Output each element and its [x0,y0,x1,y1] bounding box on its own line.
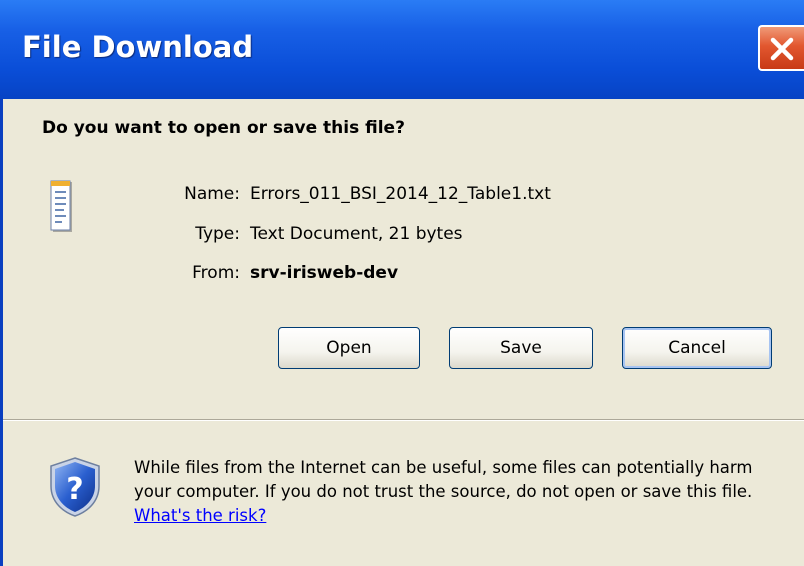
close-button[interactable] [758,25,804,71]
file-name-label: Name: [184,184,240,204]
security-warning-text: While files from the Internet can be use… [134,458,753,501]
window-frame-left [0,99,3,566]
security-warning: While files from the Internet can be use… [134,456,789,528]
shield-question-icon: ? [47,456,103,522]
file-name-value: Errors_011_BSI_2014_12_Table1.txt [250,184,551,204]
whats-the-risk-link[interactable]: What's the risk? [134,506,266,525]
file-source-value: srv-irisweb-dev [250,263,399,283]
file-source-label: From: [192,263,240,283]
section-divider-highlight [3,420,804,421]
title-bar[interactable]: File Download [0,0,804,99]
file-download-dialog: File Download Do you want to open or sav… [0,0,804,566]
svg-text:?: ? [66,472,83,507]
file-type-label: Type: [195,224,240,244]
open-button[interactable]: Open [278,327,420,369]
cancel-button[interactable]: Cancel [622,327,772,369]
dialog-question: Do you want to open or save this file? [42,118,405,138]
close-x-icon [770,37,794,61]
file-type-value: Text Document, 21 bytes [250,224,463,244]
text-document-icon [50,180,74,236]
window-title: File Download [22,30,254,64]
save-button[interactable]: Save [449,327,593,369]
